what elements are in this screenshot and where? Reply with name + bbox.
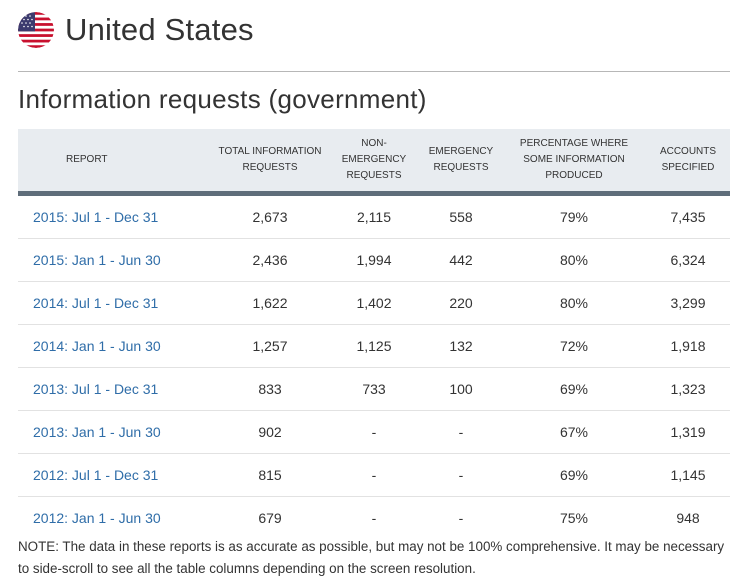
report-link[interactable]: 2012: Jul 1 - Dec 31 [18,453,212,497]
non-emergency-cell: 1,125 [328,324,420,368]
non-emergency-cell: - [371,509,377,526]
total-requests-cell: 1,257 [212,324,328,368]
note-text: NOTE: The data in these reports is as ac… [18,539,725,576]
report-link[interactable]: 2014: Jul 1 - Dec 31 [18,281,212,325]
non-emergency-cell: - [328,453,420,497]
total-requests-cell: 1,622 [212,281,328,325]
percentage-cell: 80% [502,281,646,325]
accounts-cell: 1,319 [646,410,730,454]
emergency-cell: 442 [420,238,502,282]
non-emergency-cell: 2,115 [328,193,420,239]
total-requests-cell: 815 [212,453,328,497]
percentage-cell: 72% [502,324,646,368]
table-row: 2013: Jan 1 - Jun 30 902 - - 67% 1,319 [18,410,730,454]
column-header-accounts-specified: ACCOUNTS SPECIFIED [646,129,730,196]
emergency-cell: 132 [420,324,502,368]
non-emergency-cell: 1,994 [328,238,420,282]
table-row: 2012: Jul 1 - Dec 31 815 - - 69% 1,145 [18,453,730,497]
report-link[interactable]: 2015: Jan 1 - Jun 30 [18,238,212,282]
report-link[interactable]: 2014: Jan 1 - Jun 30 [18,324,212,368]
column-header-non-emergency-requests: NON-EMERGENCY REQUESTS [328,129,420,196]
non-emergency-cell: - [328,410,420,454]
emergency-cell: 220 [420,281,502,325]
report-link[interactable]: 2013: Jan 1 - Jun 30 [18,410,212,454]
column-header-percentage-produced: PERCENTAGE WHERE SOME INFORMATION PRODUC… [502,129,646,196]
information-requests-table: REPORT TOTAL INFORMATION REQUESTS NON-EM… [18,129,730,539]
table-row: 2013: Jul 1 - Dec 31 833 733 100 69% 1,3… [18,367,730,411]
total-requests-cell: 833 [212,367,328,411]
emergency-cell: 558 [420,193,502,239]
emergency-cell: - [420,410,502,454]
column-header-report: REPORT [18,129,212,196]
country-header: United States [18,8,254,52]
accounts-cell: 3,299 [646,281,730,325]
total-requests-cell: 679 [258,509,282,526]
header-divider [18,71,730,72]
table-row: 2014: Jan 1 - Jun 30 1,257 1,125 132 72%… [18,324,730,368]
percentage-cell: 80% [502,238,646,282]
table-header-row: REPORT TOTAL INFORMATION REQUESTS NON-EM… [18,129,730,196]
table-row: 2012: Jan 1 - Jun 30 679 - - 75% 948 [18,496,730,539]
accounts-cell: 6,324 [646,238,730,282]
total-requests-cell: 2,436 [212,238,328,282]
total-requests-cell: 2,673 [212,193,328,239]
emergency-cell: - [458,509,464,526]
percentage-cell: 67% [502,410,646,454]
accounts-cell: 1,323 [646,367,730,411]
accounts-cell: 1,145 [646,453,730,497]
table-row: 2015: Jan 1 - Jun 30 2,436 1,994 442 80%… [18,238,730,282]
report-link[interactable]: 2015: Jul 1 - Dec 31 [18,193,212,239]
accounts-cell: 1,918 [646,324,730,368]
table-row: 2015: Jul 1 - Dec 31 2,673 2,115 558 79%… [18,193,730,239]
accounts-cell: 7,435 [646,193,730,239]
emergency-cell: 100 [420,367,502,411]
non-emergency-cell: 1,402 [328,281,420,325]
report-link[interactable]: 2013: Jul 1 - Dec 31 [18,367,212,411]
percentage-cell: 69% [502,367,646,411]
us-flag-icon [18,12,54,48]
table-row: 2014: Jul 1 - Dec 31 1,622 1,402 220 80%… [18,281,730,325]
non-emergency-cell: 733 [328,367,420,411]
total-requests-cell: 902 [212,410,328,454]
percentage-cell: 75% [559,509,589,526]
column-header-emergency-requests: EMERGENCY REQUESTS [420,129,502,196]
column-header-total-information-requests: TOTAL INFORMATION REQUESTS [212,129,328,196]
report-link[interactable]: 2012: Jan 1 - Jun 30 [18,496,212,539]
accounts-cell: 948 [676,509,700,526]
percentage-cell: 69% [502,453,646,497]
section-title: Information requests (government) [18,84,427,114]
emergency-cell: - [420,453,502,497]
percentage-cell: 79% [502,193,646,239]
country-title: United States [65,12,254,47]
